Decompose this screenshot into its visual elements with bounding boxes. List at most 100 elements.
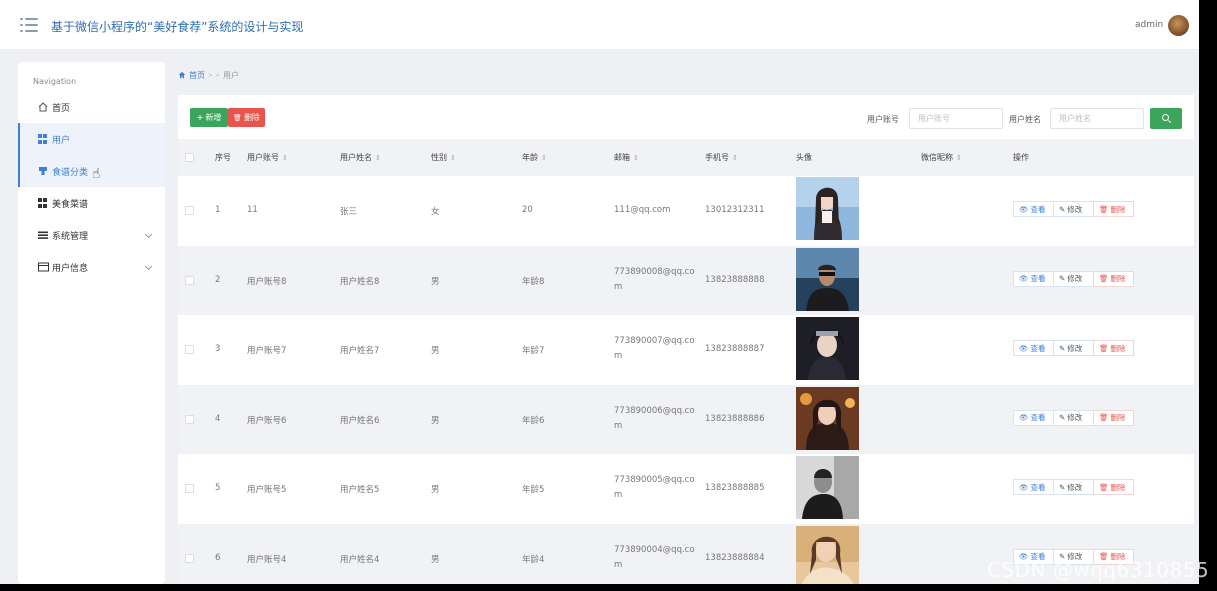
- delete-row-button[interactable]: 🗑 删除: [1093, 270, 1134, 287]
- screen-border: [1199, 0, 1217, 591]
- cell-name: 张三: [340, 207, 358, 217]
- name-search-input[interactable]: [1050, 108, 1144, 129]
- edit-button[interactable]: ✎ 修改: [1053, 270, 1094, 287]
- edit-button[interactable]: ✎ 修改: [1053, 340, 1094, 356]
- sort-icon: ⇕: [732, 154, 738, 162]
- plus-icon: +: [196, 113, 204, 122]
- cell-age: 年龄8: [522, 276, 545, 287]
- row-checkbox[interactable]: [185, 553, 194, 563]
- row-checkbox[interactable]: [185, 345, 194, 354]
- row-checkbox[interactable]: [185, 206, 194, 215]
- hand-cursor-icon: ☝: [92, 166, 101, 182]
- cell-age: 20: [522, 205, 533, 215]
- sidebar-item-system[interactable]: 系统管理: [18, 219, 165, 251]
- sidebar-item-label: 系统管理: [52, 231, 89, 242]
- edit-icon: ✎: [1059, 204, 1066, 214]
- sidebar-item-home[interactable]: 首页: [18, 91, 165, 123]
- column-header[interactable]: 手机号 ⇕: [705, 152, 738, 163]
- cell-gender: 男: [431, 346, 440, 356]
- avatar-photo: [796, 456, 859, 519]
- trash-icon: 🗑: [1099, 482, 1109, 492]
- trash-icon: 🗑: [1099, 413, 1109, 422]
- cell-email: 111@qq.com: [614, 205, 671, 215]
- cell-account: 11: [247, 205, 258, 215]
- breadcrumb-home[interactable]: 首页: [189, 70, 205, 81]
- delete-button[interactable]: 🗑 删除: [228, 108, 265, 127]
- edit-button[interactable]: ✎ 修改: [1053, 409, 1094, 426]
- name-search-label: 用户姓名: [1009, 115, 1041, 124]
- menu-toggle-icon[interactable]: [20, 17, 38, 33]
- sort-icon: ⇕: [282, 154, 288, 162]
- column-header[interactable]: 性别 ⇕: [431, 152, 456, 163]
- cell-account: 用户账号5: [247, 485, 287, 495]
- view-button[interactable]: 👁 查看: [1013, 340, 1054, 356]
- delete-row-button[interactable]: 🗑 删除: [1093, 409, 1134, 426]
- breadcrumb-separator: > >: [208, 72, 220, 79]
- avatar-photo: [796, 386, 859, 450]
- add-button-label: 新增: [205, 113, 222, 122]
- view-button[interactable]: 👁 查看: [1013, 479, 1054, 495]
- account-search-input[interactable]: [909, 108, 1003, 129]
- cell-age: 年龄6: [522, 415, 545, 426]
- cell-no: 1: [215, 205, 221, 215]
- column-header[interactable]: 年龄 ⇕: [522, 152, 547, 163]
- edit-icon: ✎: [1059, 413, 1066, 422]
- sidebar-item-label: 用户信息: [52, 263, 89, 274]
- user-avatar[interactable]: [1168, 15, 1189, 36]
- cell-phone: 13823888884: [705, 552, 765, 563]
- grid-icon: [38, 198, 48, 208]
- cell-phone: 13823888887: [705, 344, 765, 354]
- trash-icon: 🗑: [233, 113, 242, 122]
- add-button[interactable]: + 新增: [190, 108, 228, 127]
- home-icon: [38, 102, 48, 112]
- main-panel: + 新增 🗑 删除 用户账号 用户姓名 序号 用户账号⇕ 用户姓名⇕ 性别⇕ 年…: [178, 95, 1194, 584]
- cell-no: 4: [215, 413, 221, 424]
- cell-age: 年龄7: [522, 346, 545, 356]
- column-header[interactable]: 邮箱 ⇕: [614, 152, 639, 163]
- cell-no: 5: [215, 483, 221, 493]
- view-button[interactable]: 👁 查看: [1013, 270, 1054, 287]
- cell-gender: 女: [431, 207, 440, 217]
- cell-account: 用户账号7: [247, 346, 287, 356]
- delete-row-button[interactable]: 🗑 删除: [1093, 201, 1134, 217]
- cell-no: 2: [215, 274, 221, 285]
- row-checkbox[interactable]: [185, 414, 194, 424]
- cell-phone: 13823888886: [705, 413, 765, 424]
- cell-age: 年龄5: [522, 485, 545, 495]
- sidebar-item-recipes[interactable]: 美食菜谱: [18, 187, 165, 219]
- edit-button[interactable]: ✎ 修改: [1053, 201, 1094, 217]
- delete-row-button[interactable]: 🗑 删除: [1093, 479, 1134, 495]
- view-button[interactable]: 👁 查看: [1013, 201, 1054, 217]
- sidebar-item-user-info[interactable]: 用户信息: [18, 251, 165, 283]
- sort-icon: ⇕: [633, 154, 639, 162]
- row-actions: 👁 查看 ✎ 修改 🗑 删除: [1013, 340, 1134, 356]
- search-button[interactable]: [1150, 108, 1182, 129]
- edit-button[interactable]: ✎ 修改: [1053, 479, 1094, 495]
- view-button[interactable]: 👁 查看: [1013, 409, 1054, 426]
- card-icon: [38, 262, 49, 272]
- trash-icon: 🗑: [1099, 343, 1109, 353]
- sidebar-item-users[interactable]: 用户: [18, 123, 165, 155]
- eye-icon: 👁: [1019, 413, 1029, 422]
- cell-gender: 男: [431, 276, 440, 287]
- row-checkbox[interactable]: [185, 275, 194, 285]
- avatar-photo: [796, 525, 859, 584]
- sidebar-item-label: 美食菜谱: [52, 199, 89, 210]
- select-all-checkbox[interactable]: [185, 153, 194, 162]
- cell-account: 用户账号6: [247, 415, 287, 426]
- row-actions: 👁 查看 ✎ 修改 🗑 删除: [1013, 201, 1134, 217]
- avatar-photo: [796, 177, 859, 240]
- user-name[interactable]: admin: [1135, 20, 1163, 30]
- column-header[interactable]: 用户账号 ⇕: [247, 152, 288, 163]
- eye-icon: 👁: [1019, 482, 1029, 492]
- delete-row-button[interactable]: 🗑 删除: [1093, 340, 1134, 356]
- cell-email: 773890006@qq.com: [614, 405, 695, 431]
- table-header: 序号 用户账号 ⇕ 用户姓名 ⇕ 性别 ⇕ 年龄 ⇕ 邮箱 ⇕ 手机号 ⇕ 头像 微信昵称 ⇕…: [178, 139, 1194, 176]
- sort-icon: ⇕: [375, 154, 381, 162]
- column-header[interactable]: 用户姓名 ⇕: [340, 152, 381, 163]
- row-checkbox[interactable]: [185, 484, 194, 493]
- table-row: 1 11 张三 女 20 111@qq.com 13012312311 👁 查看 …: [178, 176, 1194, 246]
- column-header[interactable]: 微信昵称 ⇕: [921, 152, 962, 163]
- search-icon: [1162, 114, 1169, 121]
- top-bar: 基于微信小程序的“美好食荐”系统的设计与实现 admin: [0, 0, 1199, 49]
